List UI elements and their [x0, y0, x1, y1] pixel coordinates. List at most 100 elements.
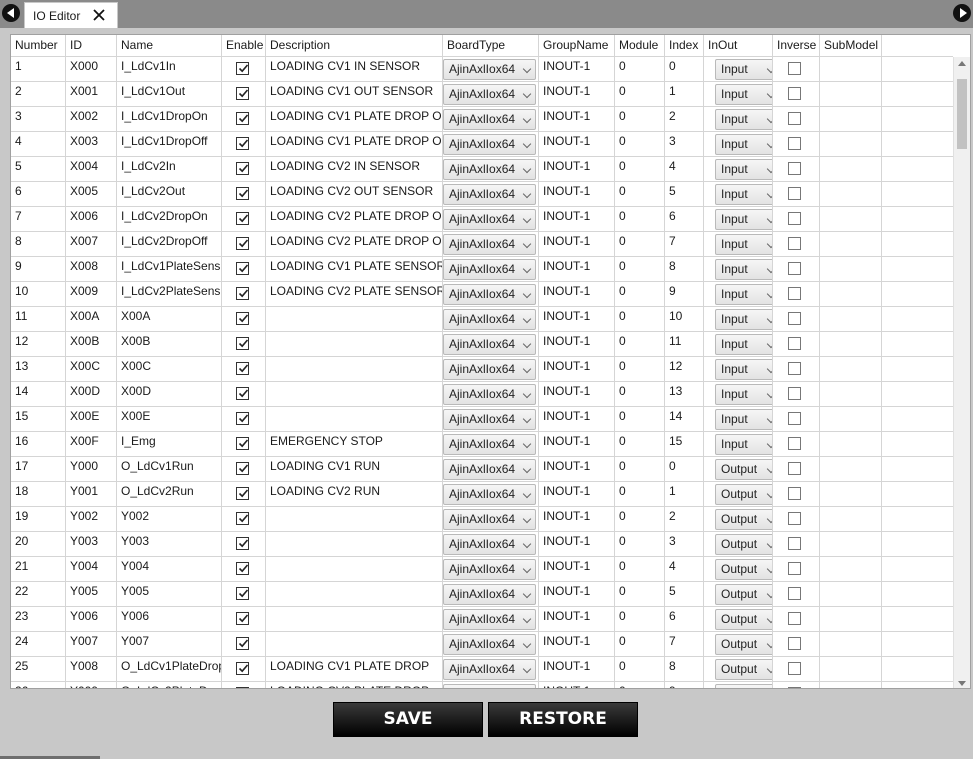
cell-name[interactable]: Y005 — [117, 582, 222, 606]
cell-id[interactable]: X001 — [66, 82, 117, 106]
boardtype-select[interactable]: AjinAxlIox64 — [443, 84, 536, 105]
cell-description[interactable]: LOADING CV1 IN SENSOR — [266, 57, 443, 81]
column-header-description[interactable]: Description — [266, 35, 443, 56]
cell-index[interactable]: 15 — [665, 432, 704, 456]
table-row[interactable]: 26Y009O_LdCv2PlateDrop LOADING CV2 PLATE … — [11, 682, 953, 688]
cell-groupname[interactable]: INOUT-1 — [539, 407, 615, 431]
inverse-checkbox[interactable] — [788, 187, 801, 200]
boardtype-select[interactable]: AjinAxlIox64 — [443, 234, 536, 255]
inout-select[interactable]: Input — [715, 159, 772, 180]
table-row[interactable]: 17 Y000 O_LdCv1Run LOADING CV1 RUN AjinAxlIo… — [11, 457, 953, 482]
table-row[interactable]: 1 X000 I_LdCv1In LOADING CV1 IN SENSOR AjinA… — [11, 57, 953, 82]
inverse-checkbox[interactable] — [788, 312, 801, 325]
scroll-thumb[interactable] — [957, 79, 967, 149]
cell-id[interactable]: Y000 — [66, 457, 117, 481]
cell-index[interactable]: 2 — [665, 507, 704, 531]
cell-index[interactable]: 8 — [665, 257, 704, 281]
cell-groupname[interactable]: INOUT-1 — [539, 332, 615, 356]
cell-groupname[interactable]: INOUT-1 — [539, 232, 615, 256]
inverse-checkbox[interactable] — [788, 62, 801, 75]
enable-checkbox[interactable] — [236, 87, 249, 100]
enable-checkbox[interactable] — [236, 62, 249, 75]
table-row[interactable]: 20 Y003 Y003 AjinAxlIox64 INOUT-1 0 3 Output — [11, 532, 953, 557]
cell-name[interactable]: I_LdCv2PlateSens — [117, 282, 222, 306]
cell-index[interactable]: 5 — [665, 182, 704, 206]
cell-module[interactable]: 0 — [615, 107, 665, 131]
cell-name[interactable]: I_LdCv2DropOn — [117, 207, 222, 231]
cell-module[interactable]: 0 — [615, 632, 665, 656]
cell-submodel[interactable] — [820, 507, 882, 531]
cell-module[interactable]: 0 — [615, 507, 665, 531]
cell-id[interactable]: X00E — [66, 407, 117, 431]
save-button[interactable]: SAVE — [333, 702, 483, 737]
cell-name[interactable]: I_LdCv2DropOff — [117, 232, 222, 256]
inout-select[interactable]: Output — [715, 509, 772, 530]
inverse-checkbox[interactable] — [788, 137, 801, 150]
inverse-checkbox[interactable] — [788, 262, 801, 275]
inout-select[interactable]: Output — [715, 459, 772, 480]
table-row[interactable]: 24 Y007 Y007 AjinAxlIox64 INOUT-1 0 7 Output — [11, 632, 953, 657]
restore-button[interactable]: RESTORE — [488, 702, 638, 737]
cell-groupname[interactable]: INOUT-1 — [539, 532, 615, 556]
inout-select[interactable]: Input — [715, 209, 772, 230]
cell-index[interactable]: 0 — [665, 57, 704, 81]
inout-select[interactable]: Input — [715, 384, 772, 405]
cell-module[interactable]: 0 — [615, 57, 665, 81]
inout-select[interactable]: Output — [715, 534, 772, 555]
cell-module[interactable]: 0 — [615, 132, 665, 156]
close-icon[interactable] — [91, 7, 107, 23]
cell-description[interactable] — [266, 407, 443, 431]
cell-description[interactable]: EMERGENCY STOP — [266, 432, 443, 456]
enable-checkbox[interactable] — [236, 562, 249, 575]
cell-submodel[interactable] — [820, 82, 882, 106]
cell-module[interactable]: 0 — [615, 657, 665, 681]
cell-module[interactable]: 0 — [615, 182, 665, 206]
cell-description[interactable] — [266, 382, 443, 406]
cell-module[interactable]: 0 — [615, 157, 665, 181]
cell-groupname[interactable]: INOUT-1 — [539, 632, 615, 656]
enable-checkbox[interactable] — [236, 612, 249, 625]
cell-module[interactable]: 0 — [615, 382, 665, 406]
inverse-checkbox[interactable] — [788, 387, 801, 400]
boardtype-select[interactable]: AjinAxlIox64 — [443, 209, 536, 230]
cell-index[interactable]: 6 — [665, 607, 704, 631]
cell-groupname[interactable]: INOUT-1 — [539, 307, 615, 331]
cell-module[interactable]: 0 — [615, 407, 665, 431]
inverse-checkbox[interactable] — [788, 537, 801, 550]
cell-name[interactable]: O_LdCv1PlateDrop — [117, 657, 222, 681]
cell-id[interactable]: X00B — [66, 332, 117, 356]
inverse-checkbox[interactable] — [788, 687, 801, 688]
table-row[interactable]: 9 X008 I_LdCv1PlateSens LOADING CV1 PLATE S… — [11, 257, 953, 282]
cell-name[interactable]: X00A — [117, 307, 222, 331]
boardtype-select[interactable]: AjinAxlIox64 — [443, 384, 536, 405]
cell-name[interactable]: X00C — [117, 357, 222, 381]
table-row[interactable]: 6 X005 I_LdCv2Out LOADING CV2 OUT SENSOR Aji… — [11, 182, 953, 207]
cell-description[interactable]: LOADING CV2 RUN — [266, 482, 443, 506]
enable-checkbox[interactable] — [236, 187, 249, 200]
table-row[interactable]: 10 X009 I_LdCv2PlateSens LOADING CV2 PLATE … — [11, 282, 953, 307]
cell-submodel[interactable] — [820, 607, 882, 631]
cell-groupname[interactable]: INOUT-1 — [539, 257, 615, 281]
inout-select[interactable]: Input — [715, 134, 772, 155]
enable-checkbox[interactable] — [236, 512, 249, 525]
column-header-inverse[interactable]: Inverse — [773, 35, 820, 56]
enable-checkbox[interactable] — [236, 687, 249, 688]
cell-description[interactable] — [266, 557, 443, 581]
inverse-checkbox[interactable] — [788, 412, 801, 425]
cell-submodel[interactable] — [820, 457, 882, 481]
enable-checkbox[interactable] — [236, 662, 249, 675]
cell-groupname[interactable]: INOUT-1 — [539, 157, 615, 181]
table-row[interactable]: 8 X007 I_LdCv2DropOff LOADING CV2 PLATE DRO… — [11, 232, 953, 257]
inout-select[interactable]: Input — [715, 109, 772, 130]
cell-index[interactable]: 4 — [665, 157, 704, 181]
cell-index[interactable]: 5 — [665, 582, 704, 606]
cell-groupname[interactable]: INOUT-1 — [539, 282, 615, 306]
cell-id[interactable]: X00F — [66, 432, 117, 456]
boardtype-select[interactable]: AjinAxlIox64 — [443, 609, 536, 630]
table-row[interactable]: 13 X00C X00C AjinAxlIox64 INOUT-1 0 12 Input — [11, 357, 953, 382]
inverse-checkbox[interactable] — [788, 462, 801, 475]
cell-description[interactable] — [266, 607, 443, 631]
cell-groupname[interactable]: INOUT-1 — [539, 657, 615, 681]
cell-name[interactable]: Y002 — [117, 507, 222, 531]
cell-index[interactable]: 2 — [665, 107, 704, 131]
